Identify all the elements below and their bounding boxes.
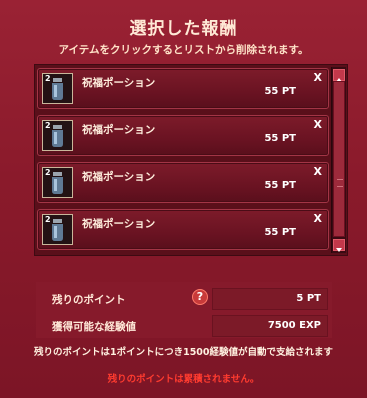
remaining-points-label: 残りのポイント bbox=[52, 294, 126, 306]
item-points: 55 PT bbox=[264, 86, 296, 97]
potion-bottle-icon: 2 bbox=[42, 214, 73, 245]
reward-list: 2 祝福ポーション 55 PT X 2 祝福ポーション 55 PT X 2 祝福… bbox=[34, 64, 348, 256]
scroll-grip-icon bbox=[337, 179, 343, 187]
conversion-note: 残りのポイントは1ポイントにつき1500経験値が自動で支給されます bbox=[33, 347, 334, 358]
item-count: 2 bbox=[45, 74, 51, 83]
available-exp-value: 7500 EXP bbox=[267, 320, 321, 331]
reward-item[interactable]: 2 祝福ポーション 55 PT X bbox=[37, 68, 329, 109]
remove-item-button[interactable]: X bbox=[314, 71, 322, 84]
remaining-points-value: 5 PT bbox=[296, 293, 321, 304]
reward-item[interactable]: 2 祝福ポーション 55 PT X bbox=[37, 209, 329, 250]
potion-bottle-icon: 2 bbox=[42, 120, 73, 151]
list-scrollbar[interactable] bbox=[331, 67, 346, 253]
scroll-down-arrow-icon[interactable] bbox=[333, 239, 345, 252]
item-name: 祝福ポーション bbox=[82, 77, 156, 89]
panel-subtitle: アイテムをクリックするとリストから削除されます。 bbox=[58, 44, 309, 56]
potion-bottle-icon: 2 bbox=[42, 167, 73, 198]
item-count: 2 bbox=[45, 121, 51, 130]
reward-selection-panel: 選択した報酬 アイテムをクリックするとリストから削除されます。 2 祝福ポーショ… bbox=[0, 0, 367, 398]
scroll-thumb[interactable] bbox=[333, 81, 345, 237]
available-exp-label: 獲得可能な経験値 bbox=[52, 321, 136, 333]
item-name: 祝福ポーション bbox=[82, 124, 156, 136]
remove-item-button[interactable]: X bbox=[314, 165, 322, 178]
remaining-points-row: 残りのポイント ? 5 PT bbox=[36, 288, 336, 310]
item-points: 55 PT bbox=[264, 227, 296, 238]
available-exp-field: 7500 EXP bbox=[212, 315, 328, 337]
item-points: 55 PT bbox=[264, 133, 296, 144]
item-name: 祝福ポーション bbox=[82, 171, 156, 183]
scroll-up-arrow-icon[interactable] bbox=[333, 69, 345, 82]
warning-message: 残りのポイントは累積されません。 bbox=[107, 374, 260, 385]
panel-title: 選択した報酬 bbox=[129, 19, 238, 39]
remaining-points-field: 5 PT bbox=[212, 288, 328, 310]
reward-item[interactable]: 2 祝福ポーション 55 PT X bbox=[37, 162, 329, 203]
remove-item-button[interactable]: X bbox=[314, 118, 322, 131]
help-icon[interactable]: ? bbox=[192, 289, 208, 305]
reward-item[interactable]: 2 祝福ポーション 55 PT X bbox=[37, 115, 329, 156]
item-name: 祝福ポーション bbox=[82, 218, 156, 230]
item-count: 2 bbox=[45, 168, 51, 177]
item-count: 2 bbox=[45, 215, 51, 224]
item-points: 55 PT bbox=[264, 180, 296, 191]
potion-bottle-icon: 2 bbox=[42, 73, 73, 104]
remove-item-button[interactable]: X bbox=[314, 212, 322, 225]
available-exp-row: 獲得可能な経験値 7500 EXP bbox=[36, 315, 336, 337]
